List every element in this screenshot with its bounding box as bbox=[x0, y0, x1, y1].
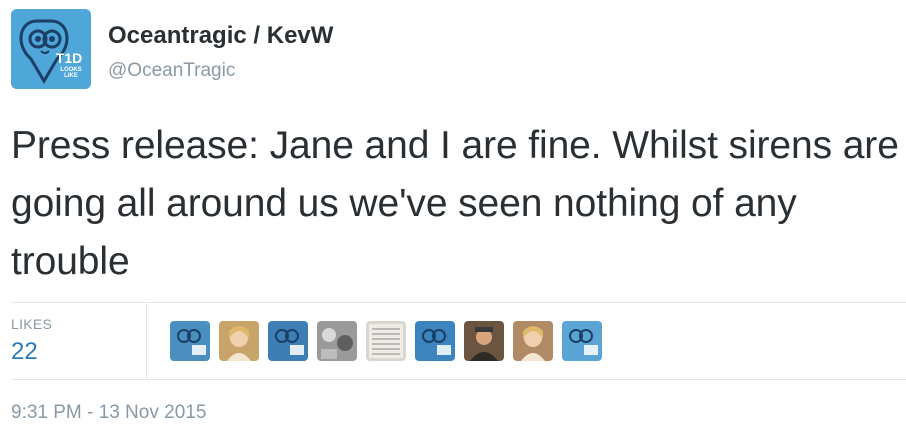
woman-photo-avatar bbox=[513, 321, 553, 361]
t1d-looks-like-logo-icon: T1D LOOKS LIKE bbox=[11, 9, 91, 89]
liker-avatar[interactable] bbox=[268, 321, 308, 361]
avatar-badge-line3: LIKE bbox=[64, 73, 78, 79]
liker-avatar[interactable] bbox=[317, 321, 357, 361]
person-photo-avatar bbox=[464, 321, 504, 361]
liker-avatar[interactable] bbox=[464, 321, 504, 361]
woman-photo-avatar bbox=[219, 321, 259, 361]
liker-avatar[interactable] bbox=[415, 321, 455, 361]
liker-avatar[interactable] bbox=[366, 321, 406, 361]
liker-avatar[interactable] bbox=[170, 321, 210, 361]
stats-bottom-divider bbox=[11, 379, 906, 380]
liker-avatar[interactable] bbox=[219, 321, 259, 361]
tweet-timestamp[interactable]: 9:31 PM - 13 Nov 2015 bbox=[11, 401, 206, 425]
likes-label: LIKES bbox=[11, 316, 53, 332]
t1d-logo-avatar bbox=[170, 321, 210, 361]
author-screen-name[interactable]: @OceanTragic bbox=[108, 59, 235, 83]
handwritten-note-avatar bbox=[366, 321, 406, 361]
tweet-stats: LIKES 22 bbox=[11, 303, 906, 379]
likes-count: 22 bbox=[11, 338, 38, 365]
t1d-logo-avatar bbox=[415, 321, 455, 361]
author-display-name[interactable]: Oceantragic / KevW bbox=[108, 22, 333, 50]
avatar-badge-line1: T1D bbox=[56, 50, 82, 66]
greyscale-photo-avatar bbox=[317, 321, 357, 361]
likes-stat[interactable]: LIKES 22 bbox=[11, 303, 147, 379]
tweet-text: Press release: Jane and I are fine. Whil… bbox=[11, 124, 899, 283]
t1d-logo-avatar bbox=[268, 321, 308, 361]
liker-avatar[interactable] bbox=[562, 321, 602, 361]
author-avatar[interactable]: T1D LOOKS LIKE bbox=[11, 9, 91, 89]
t1d-logo-avatar bbox=[562, 321, 602, 361]
liker-avatar[interactable] bbox=[513, 321, 553, 361]
